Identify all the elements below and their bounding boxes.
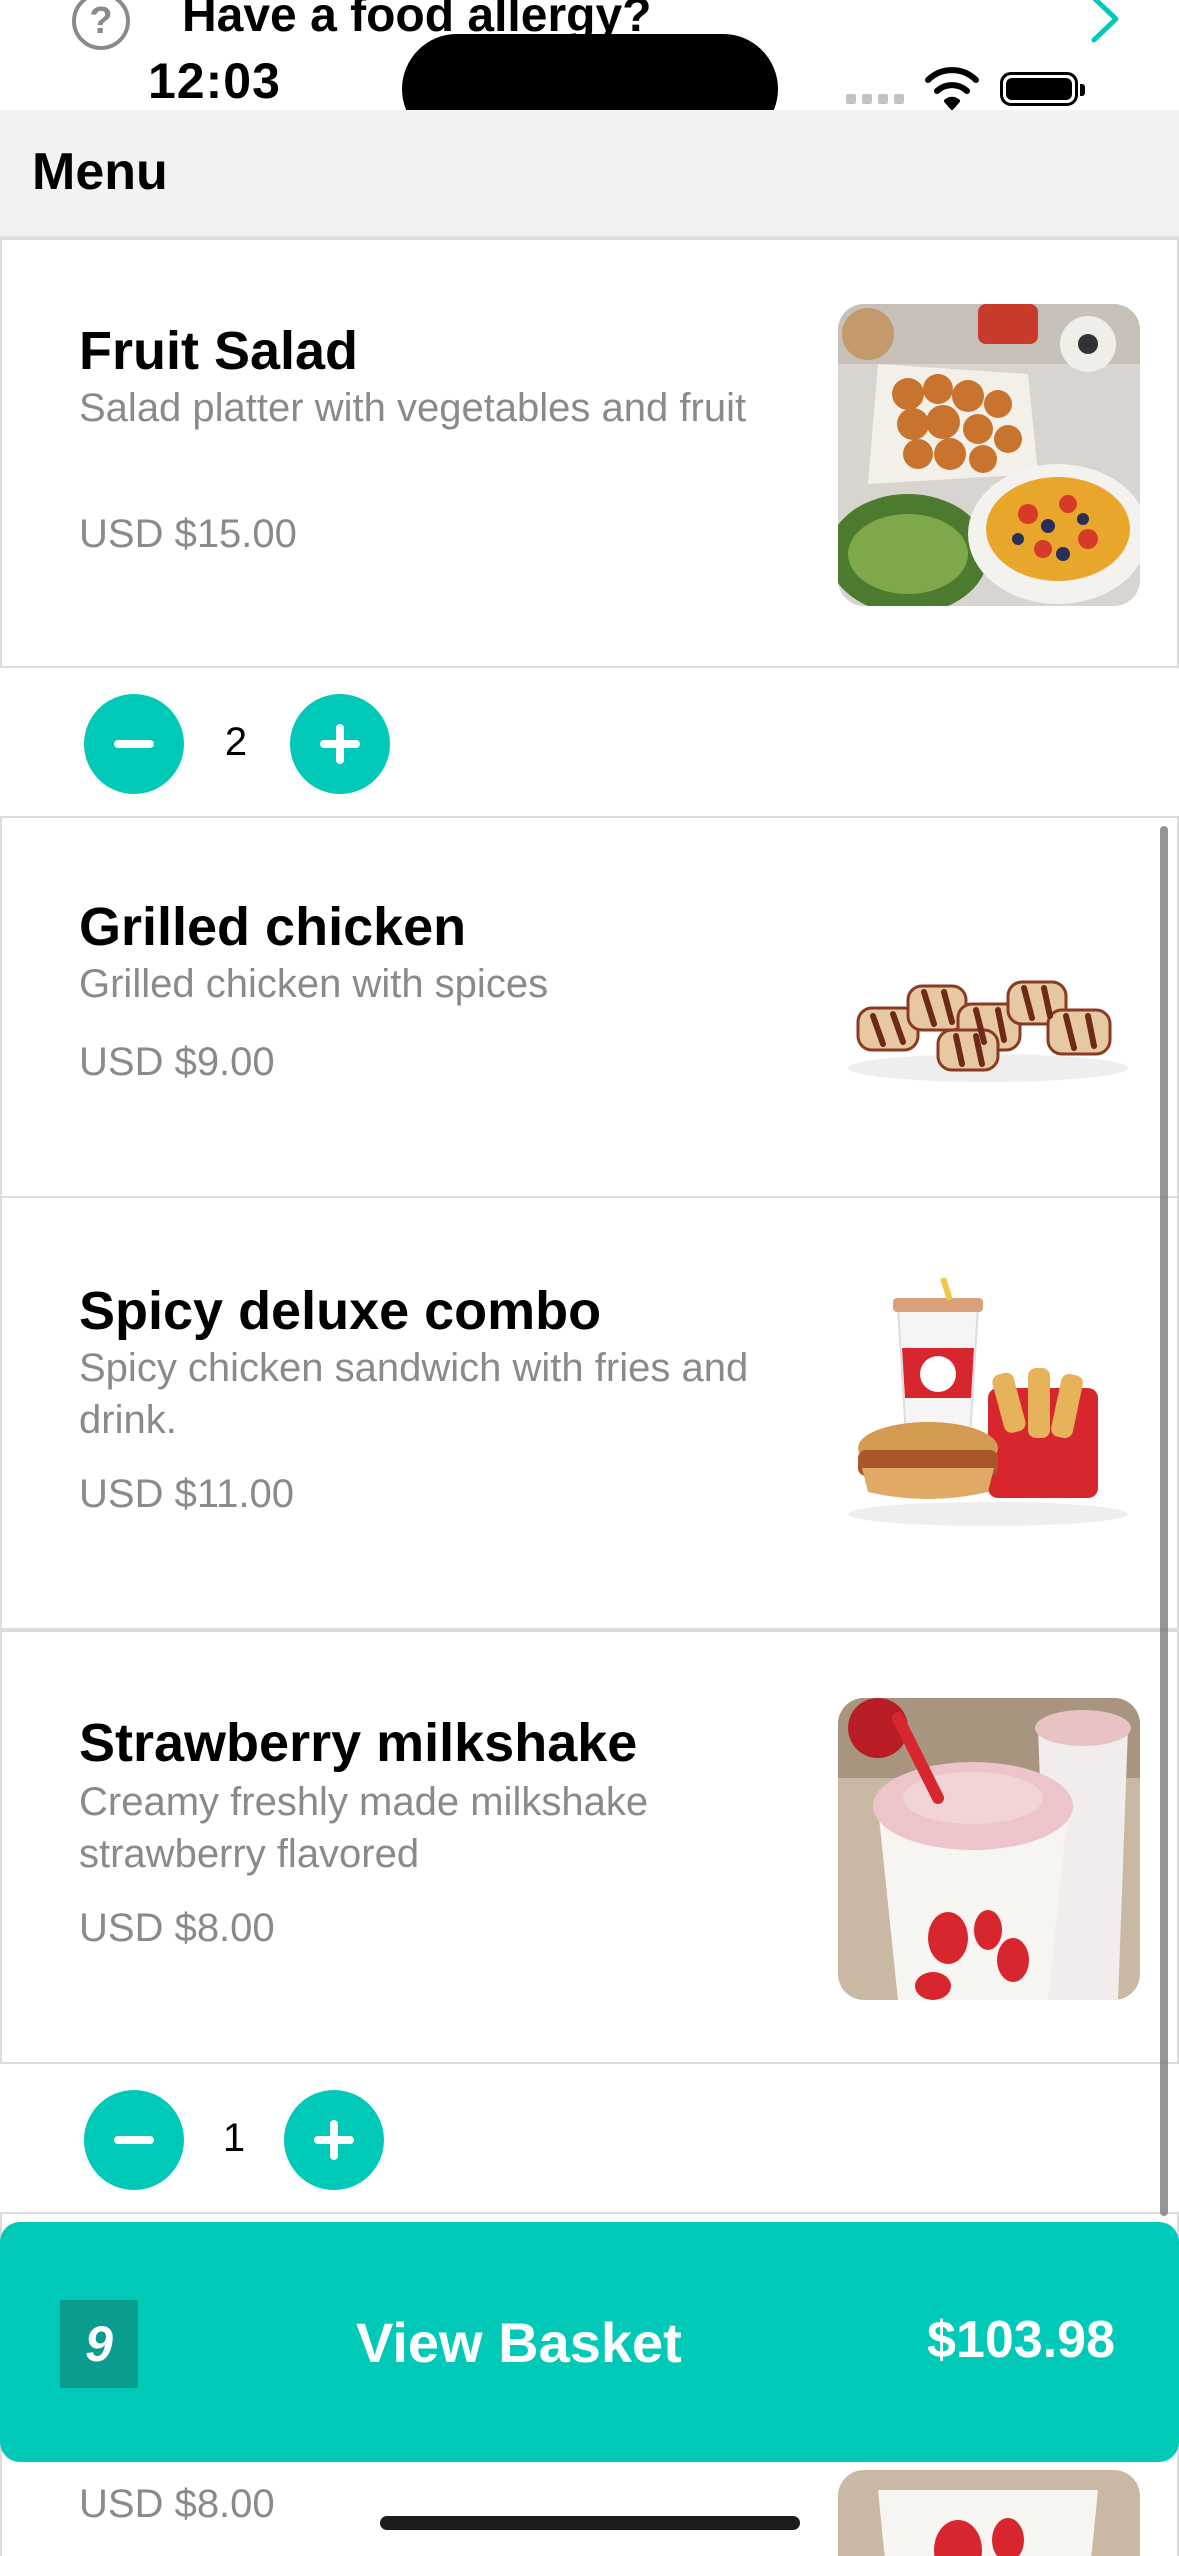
home-indicator[interactable] <box>380 2516 800 2530</box>
menu-item-fruit-salad[interactable]: Fruit Salad Salad platter with vegetable… <box>0 238 1179 668</box>
strawberry-milkshake-image <box>838 1698 1140 2000</box>
view-basket-label: View Basket <box>356 2311 682 2374</box>
item-price: USD $11.00 <box>79 1472 294 1516</box>
basket-item-count-badge: 9 <box>60 2300 138 2388</box>
chevron-right-icon <box>1091 0 1119 43</box>
item-name: Grilled chicken <box>79 897 467 957</box>
increase-quantity-button[interactable] <box>290 694 390 794</box>
item-description: Grilled chicken with spices <box>79 962 549 1006</box>
increase-quantity-button[interactable] <box>284 2090 384 2190</box>
decrease-quantity-button[interactable] <box>84 2090 184 2190</box>
menu-section-header: Menu <box>0 110 1179 238</box>
decrease-quantity-button[interactable] <box>84 694 184 794</box>
fruit-salad-quantity-stepper: 2 <box>0 668 1179 818</box>
item-price: USD $8.00 <box>79 2482 275 2526</box>
menu-title: Menu <box>32 143 168 201</box>
grilled-chicken-image <box>848 980 1128 1082</box>
basket-total: $103.98 <box>927 2311 1115 2369</box>
status-time: 12:03 <box>148 53 281 109</box>
item-name: Fruit Salad <box>79 321 359 381</box>
scroll-indicator[interactable] <box>1160 826 1168 2216</box>
item-name: Spicy deluxe combo <box>79 1281 602 1341</box>
item-description: Creamy freshly made milkshake strawberry… <box>79 1780 649 1876</box>
menu-item-grilled-chicken[interactable]: Grilled chicken Grilled chicken with spi… <box>0 816 1179 1198</box>
milkshake-image <box>838 2470 1140 2556</box>
view-basket-button[interactable]: 9 View Basket $103.98 <box>0 2222 1179 2462</box>
quantity-value: 2 <box>224 720 248 764</box>
strawberry-milkshake-quantity-stepper: 1 <box>0 2064 1179 2214</box>
menu-item-strawberry-milkshake[interactable]: Strawberry milkshake Creamy freshly made… <box>0 1630 1179 2064</box>
quantity-value: 1 <box>222 2116 246 2160</box>
item-price: USD $15.00 <box>79 512 297 556</box>
battery-icon <box>1000 72 1085 106</box>
wifi-icon <box>925 67 979 110</box>
menu-item-spicy-deluxe-combo[interactable]: Spicy deluxe combo Spicy chicken sandwic… <box>0 1196 1179 1630</box>
spicy-deluxe-combo-image <box>848 1278 1128 1526</box>
item-price: USD $8.00 <box>79 1906 275 1950</box>
item-name: Strawberry milkshake <box>79 1713 638 1773</box>
item-description: Spicy chicken sandwich with fries and dr… <box>79 1346 749 1442</box>
fruit-salad-image <box>838 304 1140 606</box>
help-icon: ? <box>72 0 130 50</box>
item-description: Salad platter with vegetables and fruit <box>79 386 747 430</box>
item-price: USD $9.00 <box>79 1040 275 1084</box>
cellular-signal-icon <box>846 94 904 108</box>
